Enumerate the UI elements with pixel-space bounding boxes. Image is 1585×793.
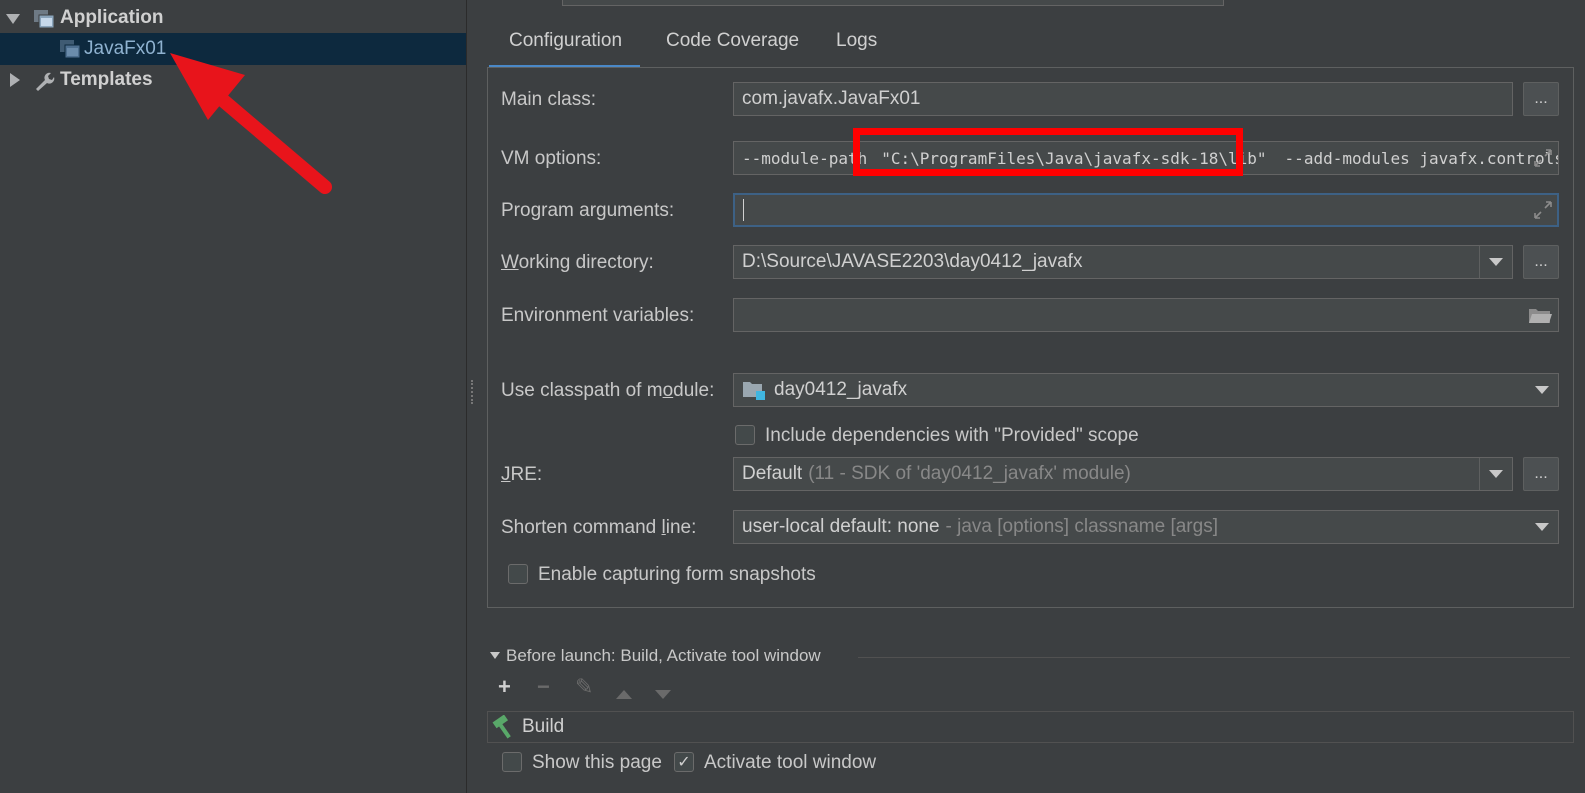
build-task-label: Build bbox=[522, 716, 565, 737]
highlight-box bbox=[853, 128, 1243, 176]
build-task-row[interactable]: Build bbox=[488, 712, 564, 742]
application-icon bbox=[34, 10, 55, 29]
hammer-icon bbox=[492, 715, 511, 739]
main-class-field[interactable]: com.javafx.JavaFx01 bbox=[733, 82, 1513, 116]
configuration-tree: Application JavaFx01 Templates bbox=[0, 0, 467, 793]
environment-variables-label: Environment variables: bbox=[501, 305, 695, 326]
dropdown-arrow-icon[interactable] bbox=[1526, 511, 1558, 543]
shorten-cmd-value: user-local default: none bbox=[742, 516, 940, 537]
section-divider bbox=[858, 657, 1570, 658]
include-provided-label: Include dependencies with "Provided" sco… bbox=[765, 425, 1139, 446]
jre-value: Default bbox=[742, 463, 803, 484]
name-field[interactable] bbox=[562, 0, 1224, 6]
vm-options-suffix: --add-modules javafx.controls,ja bbox=[1284, 148, 1558, 168]
tab-configuration[interactable]: Configuration bbox=[488, 30, 641, 68]
environment-variables-field[interactable] bbox=[733, 298, 1559, 332]
jre-label: JRE: bbox=[501, 464, 543, 485]
jre-combo[interactable]: Default (11 - SDK of 'day0412_javafx' mo… bbox=[733, 457, 1513, 491]
before-launch-task-list bbox=[487, 711, 1574, 743]
expand-icon[interactable] bbox=[1533, 200, 1553, 220]
before-launch-title[interactable]: Before launch: Build, Activate tool wind… bbox=[506, 646, 821, 666]
enable-snapshots-checkbox[interactable] bbox=[508, 564, 528, 584]
program-arguments-field[interactable] bbox=[733, 193, 1559, 227]
working-directory-value: D:\Source\JAVASE2203\day0412_javafx bbox=[742, 251, 1083, 272]
enable-snapshots-label: Enable capturing form snapshots bbox=[538, 564, 816, 585]
classpath-module-combo[interactable]: day0412_javafx bbox=[733, 373, 1559, 407]
program-arguments-label: Program arguments: bbox=[501, 200, 675, 221]
shorten-cmd-detail: - java [options] classname [args] bbox=[945, 516, 1218, 537]
move-up-icon[interactable] bbox=[616, 690, 632, 699]
classpath-module-label: Use classpath of module: bbox=[501, 380, 715, 401]
working-directory-browse-button[interactable]: ... bbox=[1523, 245, 1559, 279]
dropdown-arrow-icon[interactable] bbox=[1526, 374, 1558, 406]
vm-options-prefix: --module-path bbox=[742, 148, 868, 168]
tree-item-label: Application bbox=[60, 7, 164, 28]
tab-code-coverage[interactable]: Code Coverage bbox=[666, 30, 799, 66]
dropdown-arrow-icon[interactable] bbox=[1479, 458, 1512, 490]
expand-arrow-icon[interactable] bbox=[10, 73, 20, 87]
main-class-label: Main class: bbox=[501, 89, 597, 110]
shorten-cmd-combo[interactable]: user-local default: none - java [options… bbox=[733, 510, 1559, 544]
include-provided-checkbox[interactable] bbox=[735, 425, 755, 445]
dropdown-arrow-icon[interactable] bbox=[1479, 246, 1512, 278]
activate-tool-label: Activate tool window bbox=[704, 752, 877, 773]
expand-icon[interactable] bbox=[1533, 148, 1553, 168]
show-page-label: Show this page bbox=[532, 752, 662, 773]
jre-detail: (11 - SDK of 'day0412_javafx' module) bbox=[808, 463, 1131, 484]
activate-tool-checkbox[interactable]: ✓ bbox=[674, 752, 694, 772]
remove-icon[interactable]: − bbox=[537, 674, 550, 700]
move-down-icon[interactable] bbox=[655, 690, 671, 699]
application-icon bbox=[60, 40, 81, 59]
collapse-arrow-icon[interactable] bbox=[490, 652, 500, 659]
tree-item-label: JavaFx01 bbox=[84, 38, 167, 59]
show-page-checkbox[interactable] bbox=[502, 752, 522, 772]
splitter-handle[interactable] bbox=[471, 380, 476, 404]
tab-logs[interactable]: Logs bbox=[836, 30, 877, 66]
text-cursor bbox=[743, 199, 744, 221]
main-class-browse-button[interactable]: ... bbox=[1523, 82, 1559, 116]
tree-item-label: Templates bbox=[60, 69, 153, 90]
working-directory-label: Working directory: bbox=[501, 252, 654, 273]
working-directory-field[interactable]: D:\Source\JAVASE2203\day0412_javafx bbox=[733, 245, 1513, 279]
edit-icon[interactable]: ✎ bbox=[575, 674, 593, 700]
vm-options-label: VM options: bbox=[501, 148, 602, 169]
module-folder-icon bbox=[743, 382, 765, 400]
shorten-cmd-label: Shorten command line: bbox=[501, 517, 697, 538]
classpath-module-value: day0412_javafx bbox=[774, 379, 908, 400]
add-icon[interactable]: + bbox=[498, 674, 511, 700]
wrench-icon bbox=[36, 72, 55, 91]
expand-arrow-icon[interactable] bbox=[6, 14, 20, 24]
tree-item-application[interactable]: Application bbox=[0, 2, 466, 34]
folder-icon[interactable] bbox=[1528, 305, 1552, 325]
annotation-arrow-icon bbox=[170, 53, 332, 194]
jre-browse-button[interactable]: ... bbox=[1523, 457, 1559, 491]
